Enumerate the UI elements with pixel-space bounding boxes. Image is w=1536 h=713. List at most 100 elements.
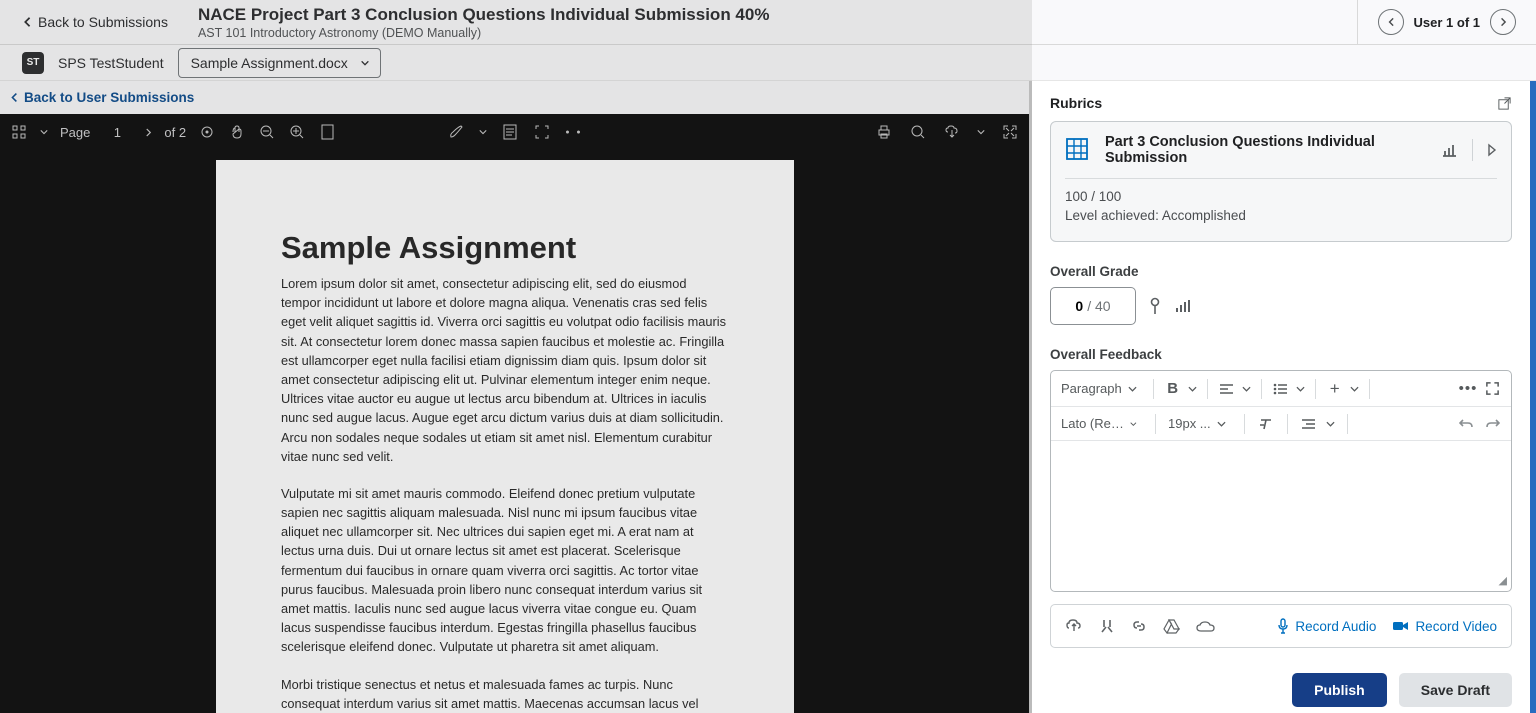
overall-grade-label: Overall Grade: [1050, 264, 1512, 279]
student-name: SPS TestStudent: [58, 55, 164, 71]
selected-file-name: Sample Assignment.docx: [191, 55, 348, 71]
feedback-textarea[interactable]: ◢: [1051, 441, 1511, 591]
rubrics-heading: Rubrics: [1050, 95, 1102, 111]
user-counter: User 1 of 1: [1414, 15, 1480, 30]
overall-feedback-label: Overall Feedback: [1050, 347, 1512, 362]
title-block: NACE Project Part 3 Conclusion Questions…: [198, 5, 1357, 40]
back-users-label: Back to User Submissions: [24, 90, 194, 105]
doc-paragraph: Morbi tristique senectus et netus et mal…: [281, 675, 729, 713]
file-selector[interactable]: Sample Assignment.docx: [178, 48, 381, 78]
page-label: Page: [60, 125, 90, 140]
back-label: Back to Submissions: [38, 14, 168, 30]
font-size-selector[interactable]: 19px ...: [1168, 416, 1232, 431]
rubric-grid-icon: [1065, 137, 1091, 163]
doc-paragraph: Lorem ipsum dolor sit amet, consectetur …: [281, 274, 729, 466]
chevron-down-icon[interactable]: [479, 123, 487, 141]
fit-page-icon[interactable]: [318, 123, 336, 141]
chevron-down-icon[interactable]: [1350, 386, 1359, 392]
page-title: NACE Project Part 3 Conclusion Questions…: [198, 5, 1357, 25]
note-icon[interactable]: [501, 123, 519, 141]
chevron-left-icon: [10, 92, 18, 103]
font-selector[interactable]: Lato (Recom...: [1061, 416, 1143, 431]
document-viewer: Page 1 of 2: [0, 114, 1029, 713]
chevron-down-icon: [1217, 421, 1226, 427]
print-icon[interactable]: [875, 123, 893, 141]
back-to-submissions-link[interactable]: Back to Submissions: [22, 14, 168, 30]
annotate-pen-icon[interactable]: [447, 123, 465, 141]
prev-user-button[interactable]: [1378, 9, 1404, 35]
download-icon[interactable]: [943, 123, 961, 141]
document-page: Sample Assignment Lorem ipsum dolor sit …: [216, 160, 794, 713]
google-drive-icon[interactable]: [1163, 619, 1180, 634]
undo-icon[interactable]: [1457, 415, 1475, 433]
chevron-down-icon[interactable]: [40, 123, 48, 141]
chevron-left-icon: [1387, 17, 1395, 27]
grade-input[interactable]: 0 / 40: [1050, 287, 1136, 325]
rubric-level: Level achieved: Accomplished: [1065, 208, 1497, 223]
record-audio-button[interactable]: Record Audio: [1277, 618, 1376, 634]
quicklink-icon[interactable]: [1099, 618, 1115, 634]
record-video-button[interactable]: Record Video: [1392, 619, 1497, 634]
more-dots-icon[interactable]: ● ●: [565, 123, 583, 141]
next-user-button[interactable]: [1490, 9, 1516, 35]
bar-chart-icon[interactable]: [1442, 142, 1458, 158]
popout-icon[interactable]: [1497, 96, 1512, 111]
chevron-right-icon: [1499, 17, 1507, 27]
back-to-user-submissions-link[interactable]: Back to User Submissions: [0, 81, 1029, 114]
indent-icon[interactable]: [1300, 415, 1318, 433]
chevron-down-icon[interactable]: [977, 123, 985, 141]
chevron-down-icon[interactable]: [1242, 386, 1251, 392]
course-name: AST 101 Introductory Astronomy (DEMO Man…: [198, 26, 1357, 40]
align-button[interactable]: [1218, 380, 1236, 398]
save-draft-button[interactable]: Save Draft: [1399, 673, 1512, 707]
doc-heading: Sample Assignment: [281, 230, 729, 266]
pan-icon[interactable]: [228, 123, 246, 141]
chevron-down-icon: [360, 59, 370, 67]
chevron-down-icon[interactable]: [1296, 386, 1305, 392]
bold-button[interactable]: B: [1164, 380, 1182, 398]
grade-value: 0: [1075, 298, 1083, 314]
redo-icon[interactable]: [1483, 415, 1501, 433]
clear-format-icon[interactable]: [1257, 415, 1275, 433]
rubric-score: 100 / 100: [1065, 189, 1497, 204]
insert-button[interactable]: +: [1326, 380, 1344, 398]
video-camera-icon: [1392, 620, 1409, 632]
more-dots-icon[interactable]: •••: [1459, 380, 1477, 398]
chevron-down-icon: [1130, 421, 1137, 427]
fullscreen-icon[interactable]: [1001, 123, 1019, 141]
user-nav: User 1 of 1: [1357, 0, 1536, 44]
rubric-title[interactable]: Part 3 Conclusion Questions Individual S…: [1105, 134, 1428, 166]
link-icon[interactable]: [1131, 618, 1147, 634]
resize-grip-icon[interactable]: ◢: [1499, 574, 1507, 587]
pin-icon[interactable]: [1148, 297, 1162, 315]
chevron-down-icon[interactable]: [1326, 421, 1335, 427]
upload-file-icon[interactable]: [1065, 618, 1083, 634]
current-page[interactable]: 1: [102, 125, 132, 140]
list-button[interactable]: [1272, 380, 1290, 398]
fullscreen-editor-icon[interactable]: [1483, 380, 1501, 398]
next-page-icon[interactable]: [144, 123, 152, 141]
onedrive-icon[interactable]: [1196, 620, 1216, 633]
total-pages: of 2: [164, 125, 186, 140]
bar-chart-icon[interactable]: [1174, 298, 1192, 314]
student-avatar: ST: [22, 52, 44, 74]
separator: [1472, 139, 1473, 161]
chevron-down-icon[interactable]: [1188, 386, 1197, 392]
zoom-in-icon[interactable]: [288, 123, 306, 141]
doc-paragraph: Vulputate mi sit amet mauris commodo. El…: [281, 484, 729, 657]
feedback-editor: Paragraph B +: [1050, 370, 1512, 592]
zoom-out-icon[interactable]: [258, 123, 276, 141]
settings-icon[interactable]: [198, 123, 216, 141]
view-mode-icon[interactable]: [10, 123, 28, 141]
expand-triangle-icon[interactable]: [1487, 143, 1497, 157]
publish-button[interactable]: Publish: [1292, 673, 1387, 707]
chevron-left-icon: [22, 16, 32, 28]
format-selector[interactable]: Paragraph: [1061, 381, 1143, 396]
microphone-icon: [1277, 618, 1289, 634]
chevron-down-icon: [1128, 386, 1137, 392]
viewer-toolbar: Page 1 of 2: [0, 114, 1029, 150]
grade-max: / 40: [1087, 298, 1110, 314]
expand-corners-icon[interactable]: [533, 123, 551, 141]
attachment-row: Record Audio Record Video: [1050, 604, 1512, 648]
search-icon[interactable]: [909, 123, 927, 141]
